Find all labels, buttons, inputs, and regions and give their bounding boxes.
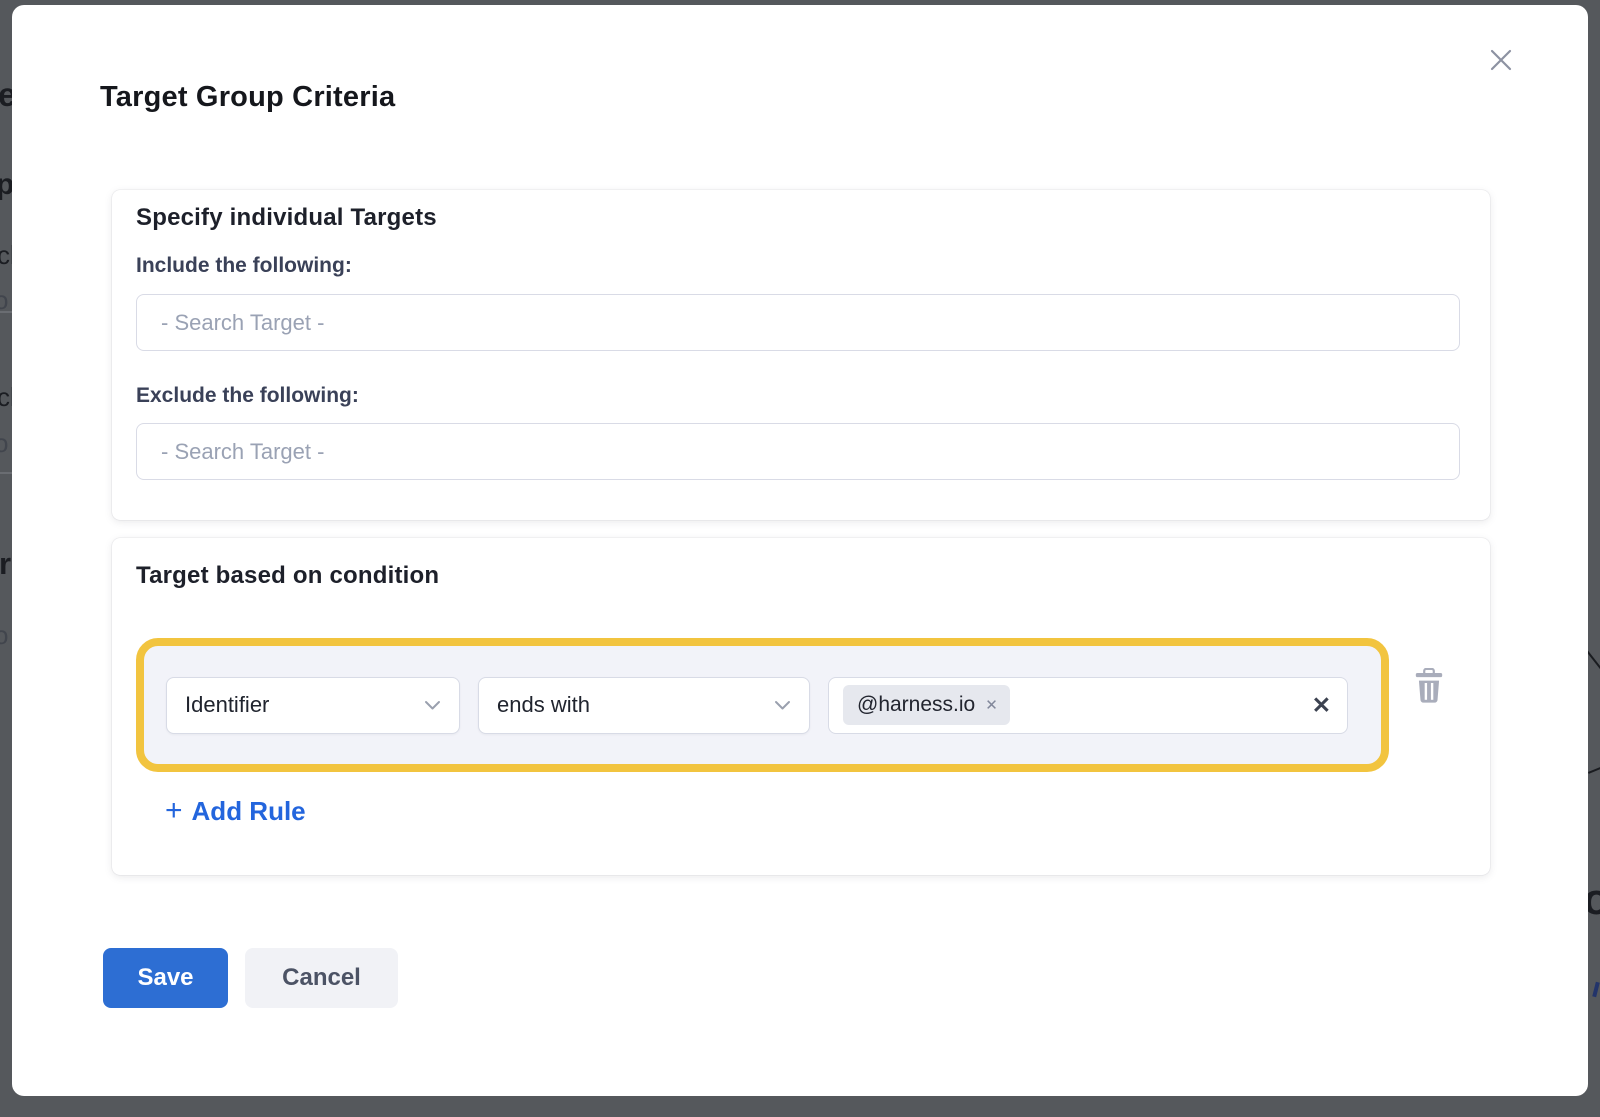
close-icon bbox=[1484, 43, 1518, 77]
add-rule-button[interactable]: + Add Rule bbox=[165, 796, 306, 827]
attribute-select[interactable]: Identifier bbox=[166, 677, 460, 734]
individual-targets-card: Specify individual Targets Include the f… bbox=[112, 190, 1490, 520]
delete-rule-button[interactable] bbox=[1413, 668, 1445, 704]
background-graphic-line bbox=[1588, 760, 1600, 774]
target-group-criteria-dialog: Target Group Criteria Specify individual… bbox=[12, 5, 1588, 1096]
save-button[interactable]: Save bbox=[103, 948, 228, 1008]
operator-select-value: ends with bbox=[497, 692, 774, 718]
value-chip-label: @harness.io bbox=[857, 693, 975, 717]
condition-heading: Target based on condition bbox=[136, 562, 439, 590]
background-text-fragment: o bbox=[0, 622, 8, 648]
attribute-select-value: Identifier bbox=[185, 692, 424, 718]
trash-icon bbox=[1413, 668, 1445, 704]
condition-card: Target based on condition Identifier end… bbox=[112, 538, 1490, 875]
chevron-down-icon bbox=[424, 700, 441, 711]
chevron-down-icon bbox=[774, 700, 791, 711]
cancel-button[interactable]: Cancel bbox=[245, 948, 398, 1008]
exclude-label: Exclude the following: bbox=[136, 384, 359, 408]
exclude-target-search-input[interactable] bbox=[136, 423, 1460, 480]
values-tag-input[interactable]: @harness.io ✕ ✕ bbox=[828, 677, 1348, 734]
background-divider bbox=[0, 311, 12, 313]
plus-icon: + bbox=[165, 796, 183, 826]
background-text-fragment: r bbox=[0, 548, 11, 579]
condition-rule-row: Identifier ends with @harness.io ✕ bbox=[136, 638, 1389, 772]
operator-select[interactable]: ends with bbox=[478, 677, 810, 734]
individual-targets-heading: Specify individual Targets bbox=[136, 204, 437, 232]
background-divider bbox=[0, 472, 12, 474]
background-graphic-mark bbox=[1592, 982, 1600, 998]
background-text-fragment: o bbox=[0, 287, 8, 313]
include-target-search-input[interactable] bbox=[136, 294, 1460, 351]
add-rule-label: Add Rule bbox=[192, 796, 306, 827]
remove-value-icon[interactable]: ✕ bbox=[985, 696, 998, 714]
dialog-title: Target Group Criteria bbox=[100, 81, 395, 114]
screen: er pe cl o cl o r o o Target Group Crite… bbox=[0, 0, 1600, 1117]
include-label: Include the following: bbox=[136, 254, 352, 278]
close-button[interactable] bbox=[1482, 41, 1520, 79]
clear-values-icon[interactable]: ✕ bbox=[1312, 692, 1331, 719]
value-chip: @harness.io ✕ bbox=[843, 685, 1010, 725]
background-text-fragment: o bbox=[0, 430, 8, 456]
